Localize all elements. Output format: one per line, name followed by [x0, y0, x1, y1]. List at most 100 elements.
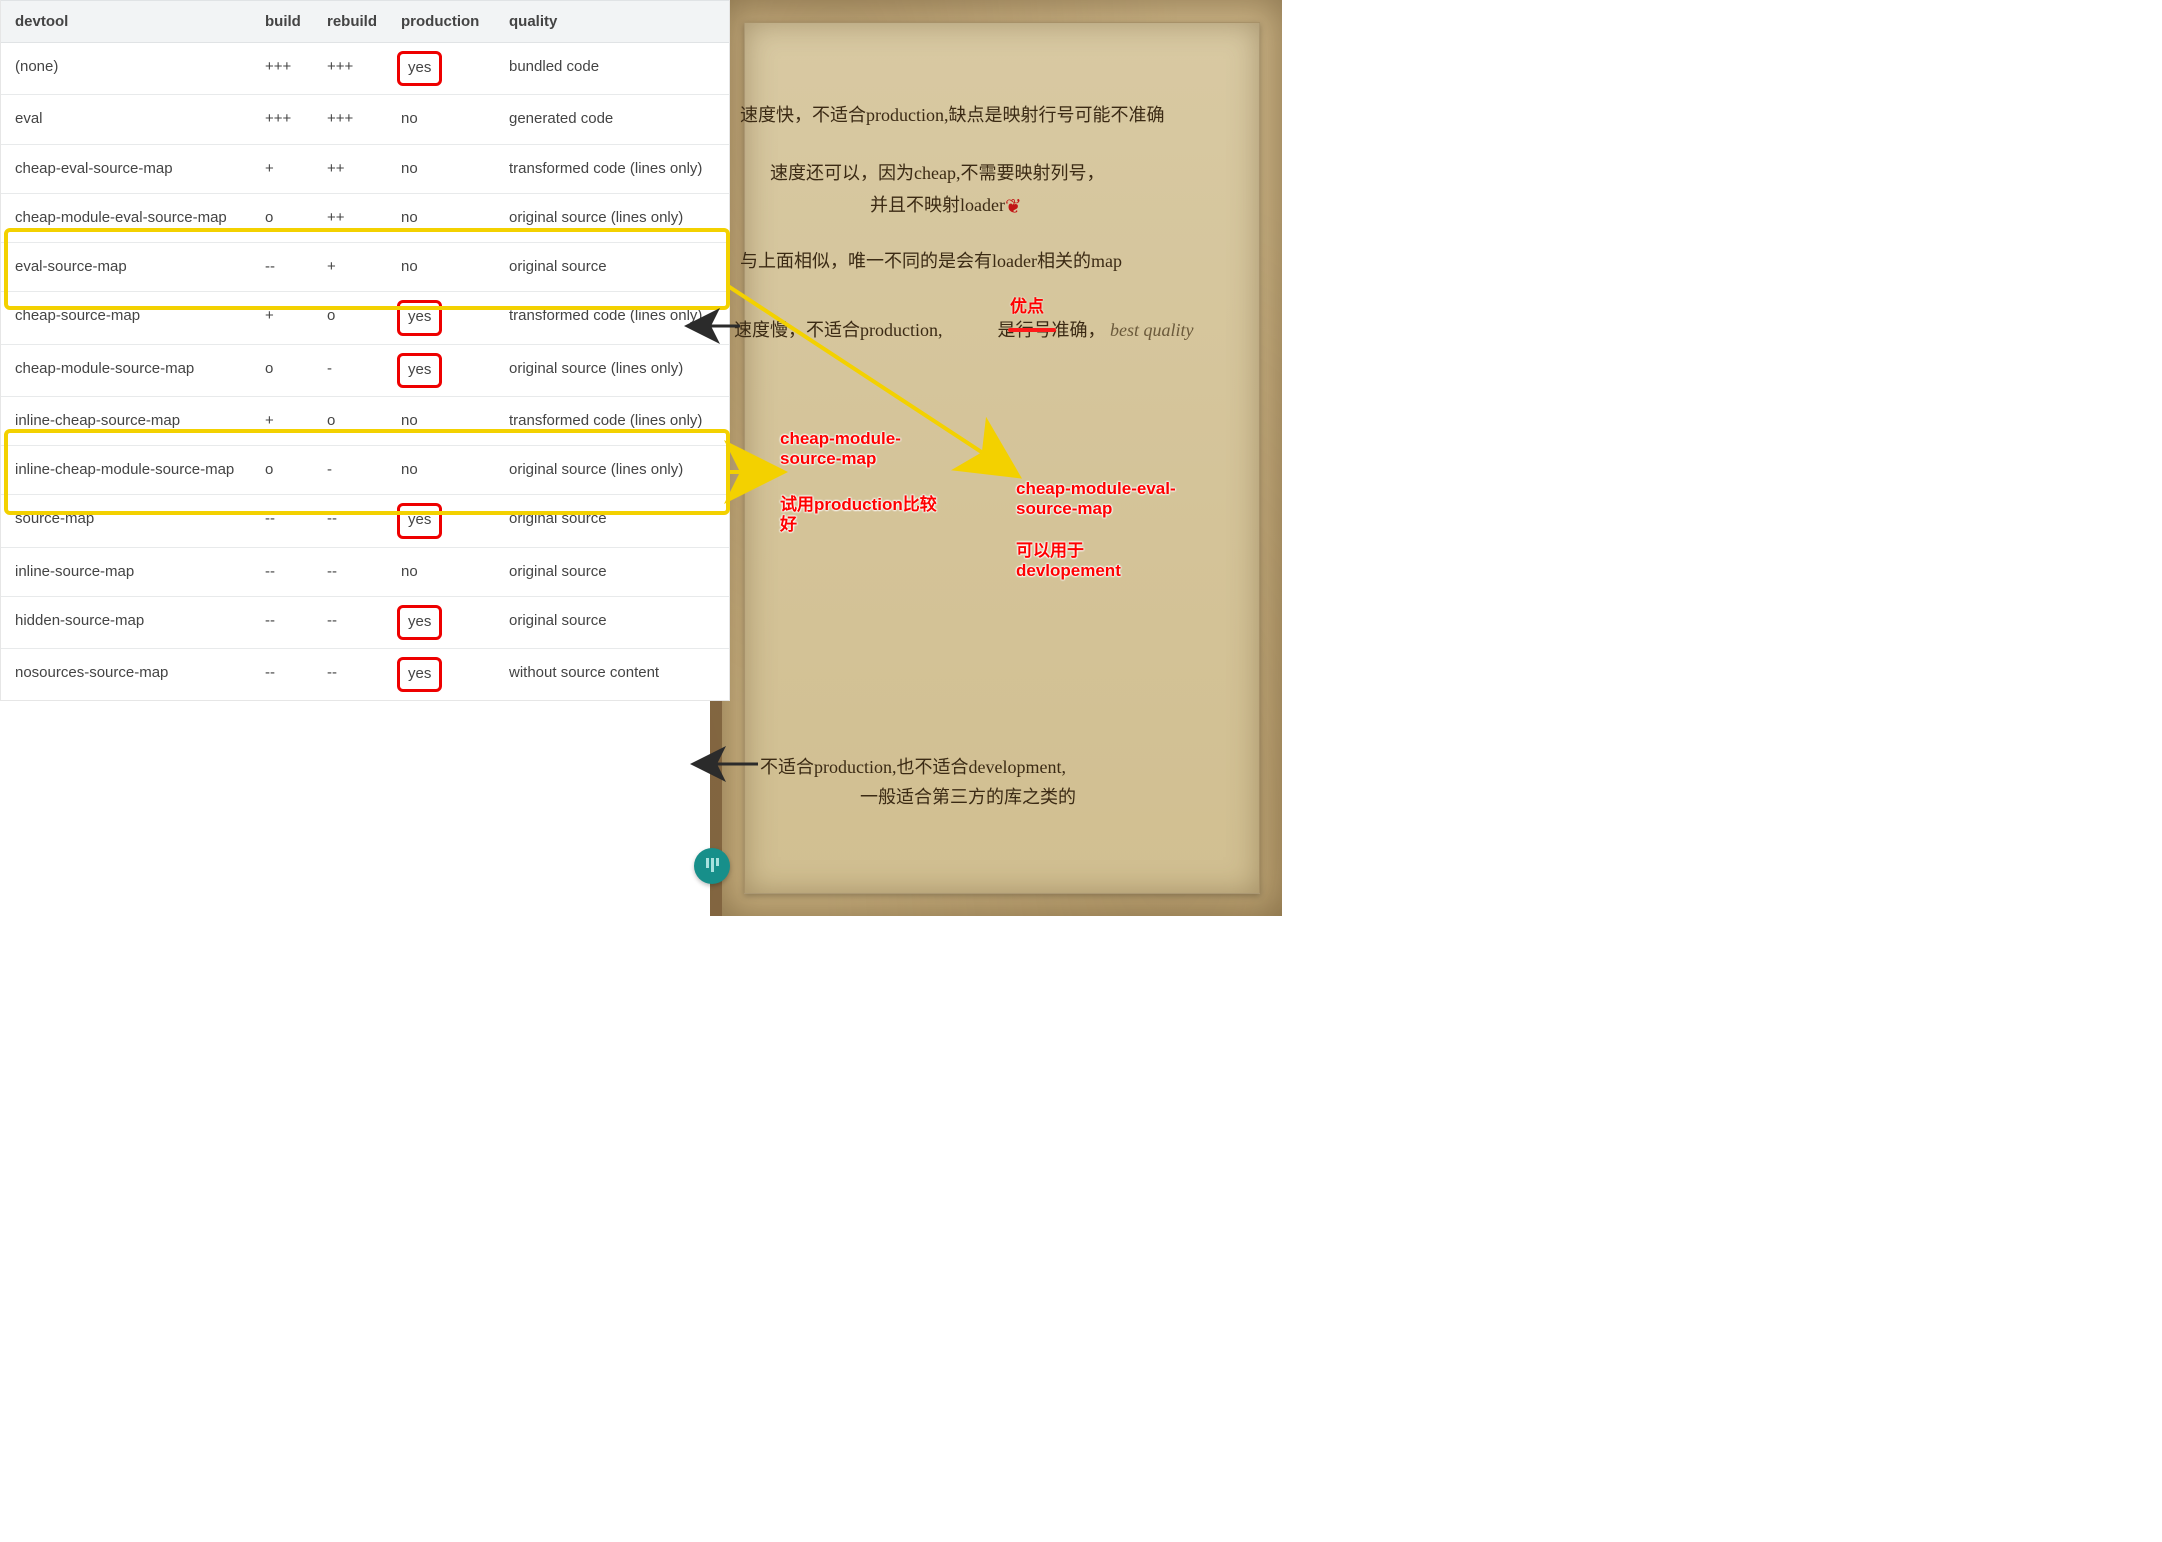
cell-rebuild: ++ [313, 144, 387, 193]
cell-build: -- [251, 596, 313, 648]
cell-build: + [251, 396, 313, 445]
cell-production: no [387, 193, 495, 242]
cell-build: -- [251, 547, 313, 596]
cell-quality: without source content [495, 649, 729, 701]
cell-build: -- [251, 243, 313, 292]
production-highlight: yes [397, 605, 442, 640]
cell-build: +++ [251, 43, 313, 95]
cell-rebuild: +++ [313, 95, 387, 144]
cell-quality: original source (lines only) [495, 344, 729, 396]
cell-devtool: inline-cheap-module-source-map [1, 446, 251, 495]
red-label-cmes-2: source-map [1016, 498, 1112, 519]
cell-quality: original source [495, 495, 729, 547]
note-cheap-module-eval: 与上面相似，唯一不同的是会有loader相关的map [740, 248, 1122, 275]
table-row: cheap-eval-source-map+++notransformed co… [1, 144, 729, 193]
cell-rebuild: -- [313, 596, 387, 648]
cell-production: yes [387, 43, 495, 95]
cell-production: yes [387, 344, 495, 396]
table-row: eval-source-map--+nooriginal source [1, 243, 729, 292]
cell-devtool: eval [1, 95, 251, 144]
th-production: production [387, 1, 495, 43]
cell-build: -- [251, 649, 313, 701]
cell-build: o [251, 344, 313, 396]
th-quality: quality [495, 1, 729, 43]
cell-devtool: source-map [1, 495, 251, 547]
red-label-cms-4: 好 [780, 514, 797, 535]
cell-devtool: cheap-source-map [1, 292, 251, 344]
cell-rebuild: -- [313, 495, 387, 547]
cell-production: no [387, 95, 495, 144]
cell-rebuild: -- [313, 547, 387, 596]
cell-quality: original source (lines only) [495, 193, 729, 242]
note-cheap-eval-a: 速度还可以，因为cheap,不需要映射列号， [770, 160, 1104, 187]
cell-devtool: (none) [1, 43, 251, 95]
table-row: hidden-source-map----yesoriginal source [1, 596, 729, 648]
cell-quality: generated code [495, 95, 729, 144]
production-highlight: yes [397, 300, 442, 335]
cell-build: + [251, 292, 313, 344]
table-row: eval++++++nogenerated code [1, 95, 729, 144]
red-label-cmes-3: 可以用于 [1016, 540, 1084, 561]
cell-devtool: cheap-module-source-map [1, 344, 251, 396]
cell-production: yes [387, 596, 495, 648]
table-row: cheap-module-source-mapo-yes original sou… [1, 344, 729, 396]
cell-build: o [251, 193, 313, 242]
cell-rebuild: - [313, 344, 387, 396]
cell-quality: original source (lines only) [495, 446, 729, 495]
red-label-cms-1: cheap-module- [780, 428, 901, 449]
cell-rebuild: o [313, 396, 387, 445]
table-row: inline-source-map----nooriginal source [1, 547, 729, 596]
cell-quality: original source [495, 547, 729, 596]
th-build: build [251, 1, 313, 43]
cell-rebuild: + [313, 243, 387, 292]
cell-rebuild: ++ [313, 193, 387, 242]
note-cheap-eval-b: 并且不映射loader❦ [870, 190, 1022, 220]
cell-production: yes [387, 495, 495, 547]
cell-build: +++ [251, 95, 313, 144]
production-highlight: yes [397, 503, 442, 538]
cell-quality: bundled code [495, 43, 729, 95]
cell-devtool: cheap-eval-source-map [1, 144, 251, 193]
cell-rebuild: - [313, 446, 387, 495]
devtool-table: devtool build rebuild production quality… [0, 0, 730, 701]
th-rebuild: rebuild [313, 1, 387, 43]
cell-rebuild: +++ [313, 43, 387, 95]
cell-quality: original source [495, 596, 729, 648]
cell-production: yes [387, 649, 495, 701]
cell-quality: transformed code (lines only) [495, 396, 729, 445]
red-label-cmes-1: cheap-module-eval- [1016, 478, 1176, 499]
cell-production: yes [387, 292, 495, 344]
fab-button[interactable] [694, 848, 730, 884]
cell-devtool: hidden-source-map [1, 596, 251, 648]
cell-production: no [387, 396, 495, 445]
red-label-cms-2: source-map [780, 448, 876, 469]
note-eval-source-map: 速度慢，不适合production, 是行号准确， best quality [734, 317, 1194, 344]
cell-rebuild: o [313, 292, 387, 344]
table-row: (none)++++++yesbundled code [1, 43, 729, 95]
note-advantage-label: 优点 [1010, 292, 1044, 317]
production-highlight: yes [397, 353, 442, 388]
note-eval: 速度快，不适合production,缺点是映射行号可能不准确 [740, 102, 1164, 129]
cell-quality: original source [495, 243, 729, 292]
cell-build: -- [251, 495, 313, 547]
cell-devtool: eval-source-map [1, 243, 251, 292]
production-highlight: yes [397, 51, 442, 86]
cell-rebuild: -- [313, 649, 387, 701]
table-row: inline-cheap-module-source-mapo-noorigin… [1, 446, 729, 495]
cell-devtool: nosources-source-map [1, 649, 251, 701]
note-inline-a: 不适合production,也不适合development, [760, 754, 1066, 781]
table-row: nosources-source-map----yeswithout sourc… [1, 649, 729, 701]
table-row: inline-cheap-source-map+onotransformed c… [1, 396, 729, 445]
cell-production: no [387, 144, 495, 193]
table-row: cheap-source-map+oyes transformed code (l… [1, 292, 729, 344]
cell-devtool: inline-source-map [1, 547, 251, 596]
cell-quality: transformed code (lines only) [495, 292, 729, 344]
red-label-cmes-4: devlopement [1016, 560, 1121, 581]
table-row: cheap-module-eval-source-mapo++noorigina… [1, 193, 729, 242]
cell-build: o [251, 446, 313, 495]
cell-production: no [387, 547, 495, 596]
note-inline-b: 一般适合第三方的库之类的 [860, 784, 1076, 811]
production-highlight: yes [397, 657, 442, 692]
cell-devtool: inline-cheap-source-map [1, 396, 251, 445]
cell-production: no [387, 446, 495, 495]
